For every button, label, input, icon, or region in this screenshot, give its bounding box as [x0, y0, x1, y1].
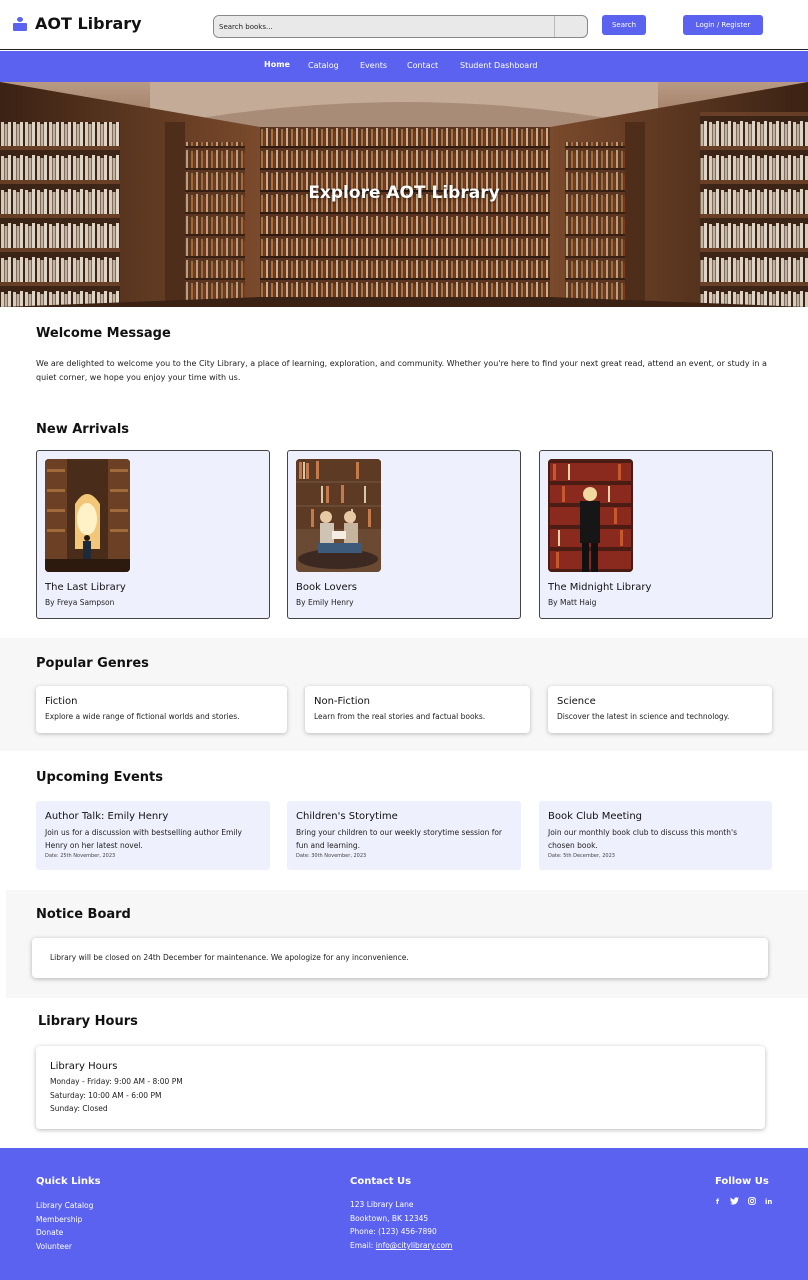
book-title: The Midnight Library — [548, 582, 652, 593]
contact-email-label: Email: — [350, 1241, 374, 1250]
event-name: Children's Storytime — [296, 811, 398, 822]
site-footer: Quick Links Library Catalog Membership D… — [0, 1148, 808, 1280]
new-arrivals-title: New Arrivals — [36, 422, 130, 437]
notice-text: Library will be closed on 24th December … — [50, 953, 409, 962]
event-name: Book Club Meeting — [548, 811, 643, 822]
contact-title: Contact Us — [350, 1176, 412, 1187]
welcome-title: Welcome Message — [36, 326, 171, 341]
nav-home[interactable]: Home — [264, 60, 290, 69]
book-card[interactable]: The Last Library By Freya Sampson — [36, 450, 270, 619]
hero-banner: Explore AOT Library — [0, 82, 808, 307]
search-box — [213, 15, 588, 38]
event-description: Bring your children to our weekly storyt… — [296, 828, 503, 850]
footer-link-membership[interactable]: Membership — [36, 1215, 82, 1224]
logo-text: AOT Library — [35, 14, 142, 33]
genre-description: Learn from the real stories and factual … — [314, 712, 486, 721]
contact-phone: Phone: (123) 456-7890 — [350, 1227, 437, 1236]
genre-card-fiction[interactable]: Fiction Explore a wide range of fictiona… — [36, 686, 287, 733]
hours-saturday: Saturday: 10:00 AM - 6:00 PM — [50, 1091, 162, 1100]
linkedin-icon[interactable]: in — [765, 1198, 772, 1206]
nav-events[interactable]: Events — [360, 61, 387, 70]
book-card[interactable]: Book Lovers By Emily Henry — [287, 450, 521, 619]
contact-address-line1: 123 Library Lane — [350, 1200, 414, 1209]
hours-weekdays: Monday - Friday: 9:00 AM - 8:00 PM — [50, 1077, 183, 1086]
twitter-icon[interactable] — [730, 1197, 739, 1207]
genre-name: Fiction — [45, 696, 78, 707]
contact-address-line2: Booktown, BK 12345 — [350, 1214, 429, 1223]
nav-contact[interactable]: Contact — [407, 61, 438, 70]
instagram-icon[interactable] — [748, 1197, 756, 1207]
footer-link-volunteer[interactable]: Volunteer — [36, 1242, 72, 1251]
contact-email-link[interactable]: info@citylibrary.com — [376, 1241, 453, 1250]
main-nav: Home Catalog Events Contact Student Dash… — [0, 51, 808, 82]
follow-title: Follow Us — [715, 1176, 769, 1187]
book-cover-image — [548, 459, 633, 572]
genre-name: Non-Fiction — [314, 696, 371, 707]
event-card[interactable]: Author Talk: Emily Henry Join us for a d… — [36, 801, 270, 870]
event-description: Join us for a discussion with bestsellin… — [45, 828, 242, 850]
hours-title: Library Hours — [38, 1014, 138, 1029]
search-input[interactable] — [214, 16, 554, 37]
event-name: Author Talk: Emily Henry — [45, 811, 169, 822]
footer-link-catalog[interactable]: Library Catalog — [36, 1201, 93, 1210]
search-button[interactable]: Search — [602, 15, 646, 35]
hours-card: Library Hours Monday - Friday: 9:00 AM -… — [36, 1046, 765, 1129]
book-title: Book Lovers — [296, 582, 357, 593]
book-title: The Last Library — [45, 582, 126, 593]
site-header: AOT Library Search Login / Register — [0, 0, 808, 50]
event-card[interactable]: Children's Storytime Bring your children… — [287, 801, 521, 870]
nav-student-dashboard[interactable]: Student Dashboard — [460, 61, 537, 70]
login-register-button[interactable]: Login / Register — [683, 15, 763, 35]
hours-card-title: Library Hours — [50, 1061, 118, 1072]
hours-sunday: Sunday: Closed — [50, 1104, 108, 1113]
genre-card-non-fiction[interactable]: Non-Fiction Learn from the real stories … — [305, 686, 530, 733]
book-card[interactable]: The Midnight Library By Matt Haig — [539, 450, 773, 619]
welcome-text: We are delighted to welcome you to the C… — [36, 359, 767, 382]
nav-catalog[interactable]: Catalog — [308, 61, 339, 70]
logo[interactable]: AOT Library — [13, 14, 142, 33]
genre-description: Discover the latest in science and techn… — [557, 712, 730, 721]
event-description: Join our monthly book club to discuss th… — [548, 828, 737, 850]
book-author: By Emily Henry — [296, 598, 354, 607]
notice-title: Notice Board — [36, 907, 131, 922]
quick-links-title: Quick Links — [36, 1176, 101, 1187]
contact-email-row: Email: info@citylibrary.com — [350, 1241, 452, 1250]
genre-card-science[interactable]: Science Discover the latest in science a… — [548, 686, 772, 733]
genre-name: Science — [557, 696, 596, 707]
notice-card: Library will be closed on 24th December … — [32, 938, 768, 978]
facebook-icon[interactable]: f — [716, 1198, 719, 1206]
genres-title: Popular Genres — [36, 656, 149, 671]
event-card[interactable]: Book Club Meeting Join our monthly book … — [539, 801, 772, 870]
book-cover-image — [45, 459, 130, 572]
hero-title: Explore AOT Library — [308, 183, 500, 203]
book-author: By Matt Haig — [548, 598, 597, 607]
book-author: By Freya Sampson — [45, 598, 115, 607]
footer-link-donate[interactable]: Donate — [36, 1228, 63, 1237]
genre-description: Explore a wide range of fictional worlds… — [45, 712, 240, 721]
events-title: Upcoming Events — [36, 770, 163, 785]
search-divider — [554, 16, 555, 37]
event-date: Date: 5th December, 2023 — [548, 853, 615, 859]
event-date: Date: 30th November, 2023 — [296, 853, 367, 859]
event-date: Date: 25th November, 2023 — [45, 853, 116, 859]
book-cover-image — [296, 459, 381, 572]
library-logo-icon — [13, 16, 27, 31]
